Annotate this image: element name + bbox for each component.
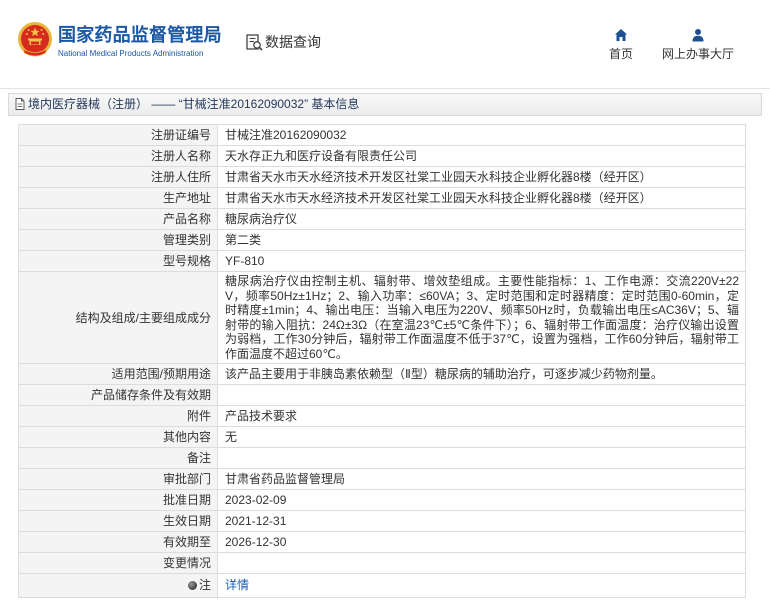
approval-department-label: 审批部门 <box>18 468 218 490</box>
breadcrumb-text: 境内医疗器械（注册） —— “甘械注准20162090032” 基本信息 <box>28 97 360 111</box>
note-icon <box>187 581 197 590</box>
row-attachment: 附件 产品技术要求 <box>18 405 746 427</box>
valid-until-label: 有效期至 <box>18 531 218 553</box>
nav-online-service-hall[interactable]: 网上办事大厅 <box>653 28 743 61</box>
approval-date-label: 批准日期 <box>18 489 218 511</box>
model-spec-label: 型号规格 <box>18 250 218 272</box>
other-content-value: 无 <box>217 426 746 448</box>
effective-date-value: 2021-12-31 <box>217 510 746 532</box>
model-spec-value: YF-810 <box>217 250 746 272</box>
management-category-label: 管理类别 <box>18 229 218 251</box>
site-header: 国家药品监督管理局 National Medical Products Admi… <box>0 0 770 89</box>
approval-department-value: 甘肃省药品监督管理局 <box>217 468 746 490</box>
attachment-value: 产品技术要求 <box>217 405 746 427</box>
registrant-address-label: 注册人住所 <box>18 166 218 188</box>
attachment-label: 附件 <box>18 405 218 427</box>
row-approval-department: 审批部门 甘肃省药品监督管理局 <box>18 468 746 490</box>
registrant-name-label: 注册人名称 <box>18 145 218 167</box>
document-icon <box>15 98 25 110</box>
registration-number-label: 注册证编号 <box>18 124 218 146</box>
registration-number-value: 甘械注准20162090032 <box>217 124 746 146</box>
row-registration-number: 注册证编号 甘械注准20162090032 <box>18 124 746 146</box>
note-label: 注 <box>198 578 211 592</box>
page: 国家药品监督管理局 National Medical Products Admi… <box>0 0 770 603</box>
org-name-cn: 国家药品监督管理局 <box>58 25 222 45</box>
row-intended-use: 适用范围/预期用途 该产品主要用于非胰岛素依赖型（Ⅱ型）糖尿病的辅助治疗，可逐步… <box>18 363 746 385</box>
registrant-address-value: 甘肃省天水市天水经济技术开发区社棠工业园天水科技企业孵化器8楼（经开区） <box>217 166 746 188</box>
approval-date-value: 2023-02-09 <box>217 489 746 511</box>
row-approval-date: 批准日期 2023-02-09 <box>18 489 746 511</box>
structure-composition-value: 糖尿病治疗仪由控制主机、辐射带、增效垫组成。主要性能指标：1、工作电源：交流22… <box>217 271 746 364</box>
row-product-name: 产品名称 糖尿病治疗仪 <box>18 208 746 230</box>
section-title: 数据查询 <box>265 34 321 50</box>
change-status-value <box>217 552 746 574</box>
row-other-content: 其他内容 无 <box>18 426 746 448</box>
remarks-label: 备注 <box>18 447 218 469</box>
structure-composition-label: 结构及组成/主要组成成分 <box>18 271 218 364</box>
nav-online-service-hall-label: 网上办事大厅 <box>661 47 734 61</box>
row-management-category: 管理类别 第二类 <box>18 229 746 251</box>
remarks-value <box>217 447 746 469</box>
row-remarks: 备注 <box>18 447 746 469</box>
intended-use-value: 该产品主要用于非胰岛素依赖型（Ⅱ型）糖尿病的辅助治疗，可逐步减少药物剂量。 <box>217 363 746 385</box>
note-label-cell: 注 <box>18 573 218 598</box>
row-valid-until: 有效期至 2026-12-30 <box>18 531 746 553</box>
note-value-cell: 详情 <box>217 573 746 598</box>
storage-validity-value <box>217 384 746 406</box>
row-registrant-address: 注册人住所 甘肃省天水市天水经济技术开发区社棠工业园天水科技企业孵化器8楼（经开… <box>18 166 746 188</box>
production-address-value: 甘肃省天水市天水经济技术开发区社棠工业园天水科技企业孵化器8楼（经开区） <box>217 187 746 209</box>
registration-record-table: 注册证编号 甘械注准20162090032 注册人名称 天水存正九和医疗设备有限… <box>18 124 746 598</box>
row-note: 注 详情 <box>18 573 746 598</box>
valid-until-value: 2026-12-30 <box>217 531 746 553</box>
intended-use-label: 适用范围/预期用途 <box>18 363 218 385</box>
row-change-status: 变更情况 <box>18 552 746 574</box>
national-emblem-icon[interactable] <box>17 21 53 59</box>
other-content-label: 其他内容 <box>18 426 218 448</box>
product-name-value: 糖尿病治疗仪 <box>217 208 746 230</box>
change-status-label: 变更情况 <box>18 552 218 574</box>
storage-validity-label: 产品储存条件及有效期 <box>18 384 218 406</box>
registrant-name-value: 天水存正九和医疗设备有限责任公司 <box>217 145 746 167</box>
breadcrumb: 境内医疗器械（注册） —— “甘械注准20162090032” 基本信息 <box>8 93 762 116</box>
management-category-value: 第二类 <box>217 229 746 251</box>
row-model-spec: 型号规格 YF-810 <box>18 250 746 272</box>
row-storage-validity: 产品储存条件及有效期 <box>18 384 746 406</box>
effective-date-label: 生效日期 <box>18 510 218 532</box>
org-name-en: National Medical Products Administration <box>58 49 204 58</box>
details-link[interactable]: 详情 <box>225 578 249 592</box>
production-address-label: 生产地址 <box>18 187 218 209</box>
product-name-label: 产品名称 <box>18 208 218 230</box>
home-icon <box>615 29 627 41</box>
row-production-address: 生产地址 甘肃省天水市天水经济技术开发区社棠工业园天水科技企业孵化器8楼（经开区… <box>18 187 746 209</box>
user-icon <box>692 29 704 42</box>
row-effective-date: 生效日期 2021-12-31 <box>18 510 746 532</box>
data-query-icon <box>246 34 263 51</box>
row-registrant-name: 注册人名称 天水存正九和医疗设备有限责任公司 <box>18 145 746 167</box>
row-structure-composition: 结构及组成/主要组成成分 糖尿病治疗仪由控制主机、辐射带、增效垫组成。主要性能指… <box>18 271 746 364</box>
